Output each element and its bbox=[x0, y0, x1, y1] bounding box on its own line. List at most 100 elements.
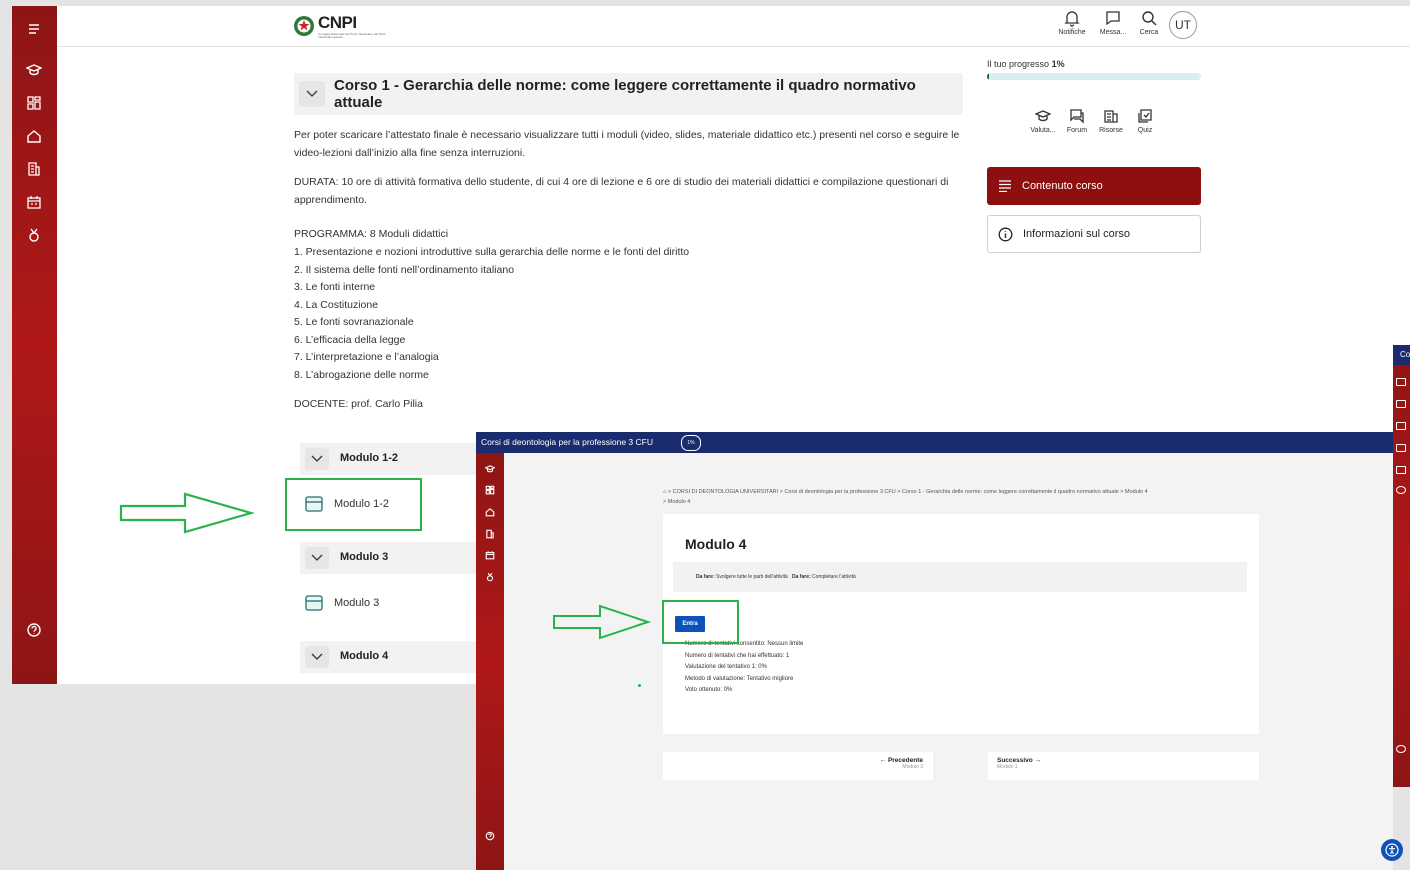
module-card: Modulo 4 Da fare: Svolgere tutte le part… bbox=[663, 514, 1259, 734]
home-icon[interactable] bbox=[26, 128, 42, 144]
next-activity-link[interactable]: Successivo → Modulo 1 bbox=[988, 752, 1259, 780]
search-button[interactable]: Cerca bbox=[1132, 10, 1166, 36]
module-item-3[interactable]: Modulo 3 bbox=[304, 594, 379, 612]
program-heading: PROGRAMMA: 8 Moduli didattici bbox=[294, 228, 449, 240]
todo-item: Completare l'attività bbox=[812, 574, 856, 580]
search-label: Cerca bbox=[1139, 29, 1159, 36]
chat-icon bbox=[1106, 11, 1120, 26]
home-icon bbox=[1396, 422, 1406, 430]
badge-icon[interactable] bbox=[26, 227, 42, 243]
chevron-down-icon bbox=[311, 653, 323, 660]
next-label: Successivo → bbox=[997, 757, 1042, 764]
quiz-icon bbox=[1138, 109, 1152, 123]
tool-grades[interactable]: Valuta... bbox=[1026, 108, 1060, 134]
dashboard-icon[interactable] bbox=[485, 485, 495, 495]
resources-icon bbox=[1104, 110, 1118, 123]
module-section-1-2[interactable]: Modulo 1-2 bbox=[300, 443, 480, 475]
home-icon[interactable] bbox=[485, 507, 495, 517]
info-line: Metodo di valutazione: Tentativo miglior… bbox=[685, 675, 794, 682]
logo-subtitle: Consiglio Nazionale dei Periti Industria… bbox=[318, 32, 386, 39]
collapse-toggle[interactable] bbox=[305, 547, 329, 569]
collapse-toggle[interactable] bbox=[305, 646, 329, 668]
annotation-arrow-icon bbox=[119, 492, 255, 534]
messages-button[interactable]: Messa... bbox=[1096, 10, 1130, 36]
home-icon[interactable]: ⌂ bbox=[663, 489, 666, 495]
course-topbar-title: Corsi di deontologia per la professione … bbox=[481, 437, 653, 447]
accessibility-button[interactable] bbox=[1381, 839, 1403, 861]
catalog-icon[interactable] bbox=[26, 161, 42, 177]
calendar-icon bbox=[1396, 466, 1406, 474]
program-item: 1. Presentazione e nozioni introduttive … bbox=[294, 246, 690, 258]
collapse-toggle[interactable] bbox=[299, 81, 325, 107]
tool-forum[interactable]: Forum bbox=[1060, 108, 1094, 134]
emblem-icon bbox=[294, 16, 314, 36]
program-item: 5. Le fonti sovranazionale bbox=[294, 316, 414, 328]
badge-icon[interactable] bbox=[485, 572, 495, 582]
module-title: Modulo 4 bbox=[685, 536, 747, 552]
help-icon bbox=[1396, 745, 1406, 753]
breadcrumb-item[interactable]: Corso 1 - Gerarchia delle norme: come le… bbox=[902, 489, 1119, 495]
top-bar: CNPI Consiglio Nazionale dei Periti Indu… bbox=[57, 6, 1410, 47]
completion-requirements: Da fare: Svolgere tutte le parti dell'at… bbox=[673, 562, 1247, 592]
program-item: 3. Le fonti interne bbox=[294, 281, 376, 293]
program-item: 7. L’interpretazione e l’analogia bbox=[294, 351, 439, 363]
program-list: 1. Presentazione e nozioni introduttive … bbox=[294, 244, 964, 384]
progress-value: 1% bbox=[1051, 59, 1065, 69]
module-header-label: Modulo 3 bbox=[340, 551, 389, 563]
breadcrumb-item[interactable]: CORSI DI DEONTOLOGIA UNIVERSITARI bbox=[673, 489, 779, 495]
package-icon bbox=[305, 595, 323, 611]
attempt-info: Numero di tentativi consentito: Nessun l… bbox=[685, 639, 803, 697]
dashboard-icon bbox=[1396, 400, 1406, 408]
course-duration: DURATA: 10 ore di attività formativa del… bbox=[294, 176, 949, 206]
tool-resources[interactable]: Risorse bbox=[1094, 108, 1128, 134]
accessibility-icon bbox=[1385, 843, 1399, 857]
info-icon bbox=[998, 227, 1013, 241]
progress-bar bbox=[987, 73, 1201, 80]
module-page-screenshot: Corsi di deontologia per la professione … bbox=[476, 432, 1393, 870]
menu-icon[interactable] bbox=[26, 21, 42, 37]
calendar-icon[interactable] bbox=[485, 550, 495, 560]
annotation-highlight-box bbox=[662, 600, 739, 644]
module-section-4[interactable]: Modulo 4 bbox=[300, 641, 480, 673]
progress-label: Il tuo progresso 1% bbox=[987, 59, 1065, 69]
left-sidebar bbox=[12, 6, 57, 684]
module-header-label: Modulo 1-2 bbox=[340, 452, 399, 464]
calendar-icon[interactable] bbox=[26, 194, 42, 210]
module-section-3[interactable]: Modulo 3 bbox=[300, 542, 480, 574]
course-info-button[interactable]: Informazioni sul corso bbox=[987, 215, 1201, 253]
badge-icon bbox=[1396, 486, 1406, 494]
notifications-button[interactable]: Notifiche bbox=[1055, 10, 1089, 36]
previous-activity-link[interactable]: ← Precedente Modulo 3 bbox=[663, 752, 933, 780]
avatar[interactable]: UT bbox=[1169, 11, 1197, 39]
chevron-down-icon bbox=[306, 90, 318, 97]
course-content-button[interactable]: Contenuto corso bbox=[987, 167, 1201, 205]
logo-name: CNPI bbox=[318, 13, 357, 32]
previous-sub: Modulo 3 bbox=[902, 764, 923, 770]
chevron-down-icon bbox=[311, 455, 323, 462]
catalog-icon bbox=[1396, 444, 1406, 452]
catalog-icon[interactable] bbox=[485, 529, 495, 539]
help-icon[interactable] bbox=[26, 622, 42, 638]
annotation-dot bbox=[638, 684, 641, 687]
tool-quiz[interactable]: Quiz bbox=[1128, 108, 1162, 134]
cnpi-logo[interactable]: CNPI Consiglio Nazionale dei Periti Indu… bbox=[293, 13, 388, 39]
graduation-cap-icon bbox=[1035, 110, 1051, 122]
graduation-cap-icon[interactable] bbox=[485, 464, 495, 474]
breadcrumb-current: Modulo 4 bbox=[667, 499, 691, 505]
graduation-cap-icon[interactable] bbox=[26, 62, 42, 78]
breadcrumb: ⌂ > CORSI DI DEONTOLOGIA UNIVERSITARI > … bbox=[663, 489, 1148, 505]
progress-badge: 1% bbox=[681, 435, 701, 451]
search-icon bbox=[1142, 11, 1157, 26]
annotation-arrow-icon bbox=[553, 604, 652, 640]
info-line: Valutazione del tentativo 1: 0% bbox=[685, 664, 767, 670]
breadcrumb-item[interactable]: Corsi di deontologia per la professione … bbox=[784, 489, 895, 495]
program-item: 8. L’abrogazione delle norme bbox=[294, 368, 429, 381]
help-icon[interactable] bbox=[485, 831, 495, 841]
partial-screenshot-right: Co bbox=[1393, 345, 1410, 787]
course-section-header: Corso 1 - Gerarchia delle norme: come le… bbox=[294, 73, 963, 115]
program-item: 2. Il sistema delle fonti nell’ordinamen… bbox=[294, 263, 515, 276]
course-intro: Per poter scaricare l’attestato finale è… bbox=[294, 129, 960, 159]
dashboard-icon[interactable] bbox=[26, 95, 42, 111]
collapse-toggle[interactable] bbox=[305, 448, 329, 470]
breadcrumb-item[interactable]: Modulo 4 bbox=[1125, 489, 1148, 495]
